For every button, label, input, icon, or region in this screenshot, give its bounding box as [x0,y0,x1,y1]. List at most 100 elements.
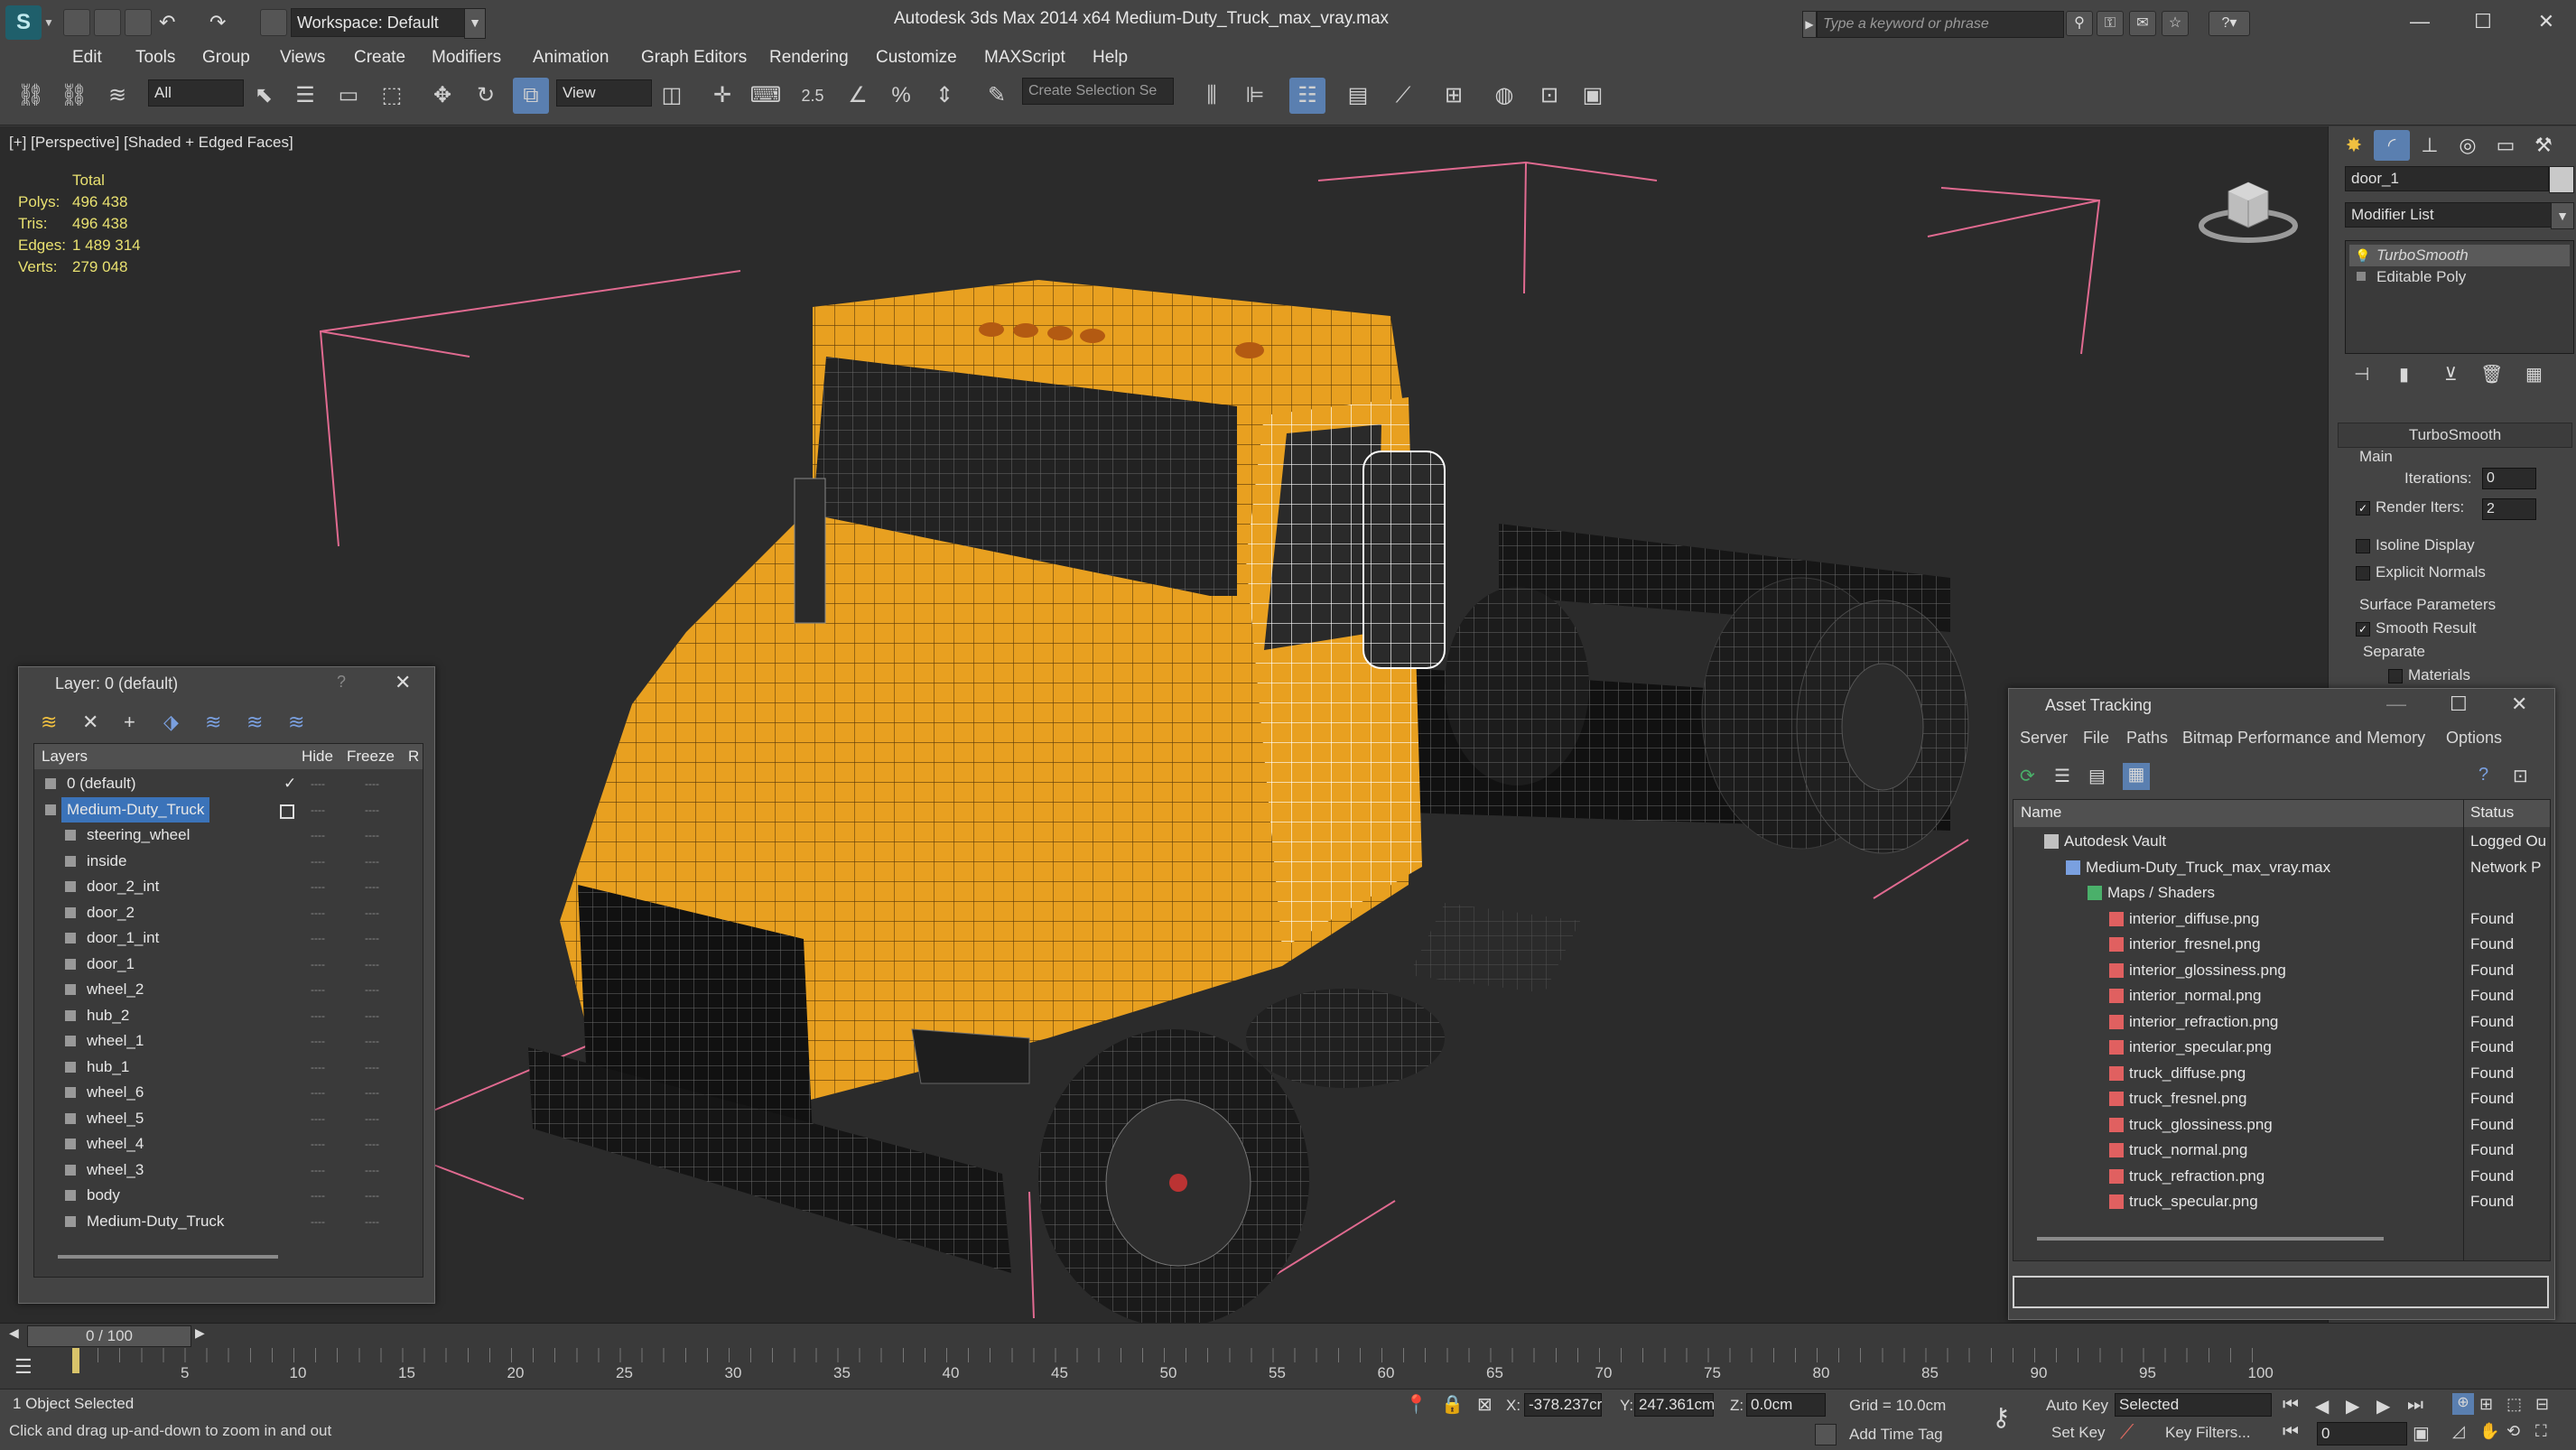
explicit-normals-checkbox[interactable] [2356,565,2370,581]
asset-row[interactable]: Autodesk Vault Logged Ou [2013,829,2550,855]
render-teapot-icon[interactable] [1576,78,1613,114]
motion-tab-icon[interactable]: ◎ [2450,130,2486,161]
asset-dialog-close-icon[interactable]: ✕ [2511,692,2527,716]
layer-row[interactable]: 0 (default) ---- ---- ✓ [34,771,423,797]
zoom-icon[interactable]: ⊕ [2452,1393,2474,1415]
layer-row[interactable]: door_1 ---- ---- [34,952,423,978]
delete-layer-icon[interactable]: ✕ [82,711,98,734]
layer-freeze-toggle[interactable]: ---- [365,1131,379,1157]
workspace-dropdown-arrow-icon[interactable]: ▼ [464,8,486,39]
layer-row[interactable]: wheel_1 ---- ---- [34,1028,423,1055]
key-filter-icon[interactable]: ⟋ [2120,1420,2134,1444]
layer-hide-toggle[interactable]: ---- [311,1055,325,1080]
layer-freeze-toggle[interactable]: ---- [365,849,379,874]
time-slider-right-arrow-icon[interactable]: ▶ [195,1325,205,1341]
set-key-icon[interactable]: ⚷ [1992,1402,2011,1432]
bind-to-space-warp-icon[interactable]: ≋ [99,78,135,114]
modifier-list-arrow-icon[interactable]: ▼ [2551,202,2574,229]
layer-hide-toggle[interactable]: ---- [311,1106,325,1131]
scale-icon[interactable]: ⧉ [513,78,549,114]
asset-dialog-maximize-icon[interactable]: ☐ [2450,692,2468,716]
asset-table-scrollbar[interactable] [2037,1237,2384,1241]
menu-group[interactable]: Group [202,45,250,70]
current-frame-field[interactable]: 0 [2317,1422,2407,1445]
asset-menu-server[interactable]: Server [2020,725,2068,750]
layer-row[interactable]: wheel_3 ---- ---- [34,1157,423,1184]
layer-row[interactable]: door_2 ---- ---- [34,900,423,926]
layer-row[interactable]: wheel_5 ---- ---- [34,1106,423,1132]
asset-row[interactable]: interior_diffuse.png Found [2013,906,2550,933]
layer-hide-toggle[interactable]: ---- [311,1183,325,1208]
layer-row[interactable]: Medium-Duty_Truck ---- ---- [34,796,423,823]
menu-animation[interactable]: Animation [533,45,609,70]
help-icon[interactable]: ?▾ [2209,11,2250,36]
col-status[interactable]: Status [2470,800,2514,825]
modify-tab-icon[interactable]: ◜ [2374,130,2410,161]
list-view-icon[interactable]: ☰ [2054,765,2070,787]
layer-freeze-toggle[interactable]: ---- [365,1055,379,1080]
layer-hide-toggle[interactable]: ---- [311,977,325,1002]
pan-icon[interactable]: ✋ [2479,1422,2499,1441]
graphite-toolbar-icon[interactable]: ▤ [1340,78,1376,114]
utilities-tab-icon[interactable]: ⚒ [2525,130,2562,161]
asset-path-field[interactable] [2013,1276,2549,1308]
layer-row[interactable]: hub_2 ---- ---- [34,1003,423,1029]
asset-dialog-minimize-icon[interactable]: — [2386,692,2406,716]
open-file-icon[interactable] [94,9,121,36]
keyboard-shortcut-override-icon[interactable]: ⌨ [748,78,784,114]
select-in-layer-icon[interactable]: ⬗ [163,711,179,734]
reference-coordinate-dropdown[interactable]: View [556,79,652,107]
menu-help[interactable]: Help [1093,45,1128,70]
close-window-icon[interactable]: ✕ [2519,4,2573,40]
spinner-snap-icon[interactable]: ⇕ [926,78,963,114]
layer-dialog-close-icon[interactable]: ✕ [395,671,411,694]
subscription-icon[interactable]: ⚿ [2097,11,2124,36]
app-logo-icon[interactable]: S [5,5,42,40]
new-file-icon[interactable] [63,9,90,36]
help-search-input[interactable]: Type a keyword or phrase [1817,11,2064,38]
key-mode-dropdown[interactable]: Selected [2115,1393,2272,1417]
orbit-icon[interactable]: ⟲ [2506,1422,2520,1441]
asset-row[interactable]: Medium-Duty_Truck_max_vray.max Network P [2013,855,2550,881]
materials-checkbox[interactable] [2388,668,2403,683]
layer-hide-toggle[interactable]: ---- [311,874,325,899]
curve-editor-icon[interactable]: ⟋ [1385,78,1421,114]
layer-freeze-toggle[interactable]: ---- [365,952,379,977]
asset-menu-bitmap[interactable]: Bitmap Performance and Memory [2182,725,2425,750]
app-menu-arrow-icon[interactable]: ▼ [43,16,54,29]
layer-dialog-help-icon[interactable]: ? [337,673,346,692]
select-by-name-icon[interactable]: ☰ [287,78,323,114]
menu-graph-editors[interactable]: Graph Editors [641,45,747,70]
track-bar[interactable]: ☰ 5 10 15 20 25 30 35 40 45 50 55 60 65 70 75 80 85 90 95 1… [0,1348,2576,1389]
freeze-all-layers-icon[interactable]: ≋ [288,711,304,734]
asset-info-icon[interactable]: ⊡ [2513,765,2528,787]
absolute-mode-icon[interactable]: ⊠ [1477,1393,1493,1416]
set-key-button[interactable]: Set Key [2051,1424,2106,1442]
add-to-layer-icon[interactable]: + [124,711,135,734]
layer-hide-toggle[interactable]: ---- [311,849,325,874]
asset-row[interactable]: interior_normal.png Found [2013,983,2550,1009]
mirror-icon[interactable]: ⫼ [1194,78,1230,114]
binoculars-icon[interactable]: ⚲ [2066,11,2093,36]
layer-row[interactable]: Medium-Duty_Truck ---- ---- [34,1209,423,1235]
layer-row[interactable]: wheel_4 ---- ---- [34,1131,423,1157]
move-icon[interactable]: ✥ [424,78,460,114]
asset-row[interactable]: truck_normal.png Found [2013,1138,2550,1164]
layer-freeze-toggle[interactable]: ---- [365,1157,379,1183]
asset-row[interactable]: truck_fresnel.png Found [2013,1086,2550,1112]
rotate-icon[interactable]: ↻ [468,78,504,114]
field-of-view-icon[interactable]: ◿ [2452,1422,2465,1441]
zoom-extents-icon[interactable]: ⬚ [2506,1395,2522,1414]
favorites-star-icon[interactable]: ☆ [2162,11,2189,36]
select-object-icon[interactable]: ⬉ [246,78,282,114]
hide-all-layers-icon[interactable]: ≋ [246,711,263,734]
workspace-dropdown[interactable]: Workspace: Default [291,8,479,37]
layer-freeze-toggle[interactable]: ---- [365,1080,379,1105]
layer-freeze-toggle[interactable]: ---- [365,1028,379,1054]
modifier-list-dropdown[interactable]: Modifier List [2345,202,2556,228]
select-and-link-icon[interactable]: ⛓ [13,78,49,114]
time-slider[interactable]: ◀ 0 / 100 ▶ [0,1323,2576,1349]
isoline-checkbox[interactable] [2356,538,2370,553]
highlight-layer-icon[interactable]: ≋ [205,711,221,734]
maximize-viewport-icon[interactable]: ⛶ [2535,1422,2547,1441]
